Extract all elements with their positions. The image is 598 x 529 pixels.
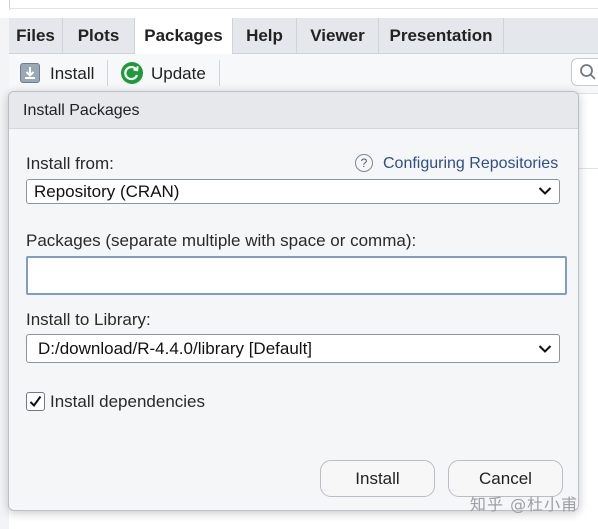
packages-list-edge bbox=[578, 94, 598, 514]
update-button[interactable]: Update bbox=[121, 60, 211, 88]
install-to-library-select[interactable]: D:/download/R-4.4.0/library [Default] bbox=[26, 334, 560, 363]
configuring-repositories-text: Configuring Repositories bbox=[383, 155, 559, 172]
packages-toolbar: Install Update bbox=[9, 54, 598, 94]
packages-input[interactable] bbox=[26, 256, 567, 295]
search-icon bbox=[580, 64, 596, 80]
question-icon: ? bbox=[355, 154, 373, 172]
install-package-icon bbox=[20, 63, 40, 83]
top-strip bbox=[0, 0, 598, 18]
chevron-down-icon bbox=[538, 187, 552, 195]
install-dependencies-checkbox[interactable] bbox=[26, 392, 45, 411]
toolbar-divider bbox=[219, 60, 220, 86]
toolbar-divider bbox=[107, 60, 108, 86]
install-from-value: Repository (CRAN) bbox=[34, 182, 180, 201]
pane-tab-bar: Files Plots Packages Help Viewer Present… bbox=[9, 18, 598, 54]
install-button-label: Install bbox=[50, 64, 95, 83]
install-from-select[interactable]: Repository (CRAN) bbox=[26, 179, 560, 204]
install-dependencies-label[interactable]: Install dependencies bbox=[50, 392, 205, 412]
dialog-title: Install Packages bbox=[9, 92, 578, 129]
tab-packages[interactable]: Packages bbox=[135, 18, 233, 54]
install-packages-dialog: Install Packages Install from: ? Configu… bbox=[8, 91, 579, 511]
tab-presentation[interactable]: Presentation bbox=[379, 18, 504, 53]
checkmark-icon bbox=[29, 395, 42, 408]
install-to-library-label: Install to Library: bbox=[26, 310, 151, 329]
install-to-library-value: D:/download/R-4.4.0/library [Default] bbox=[38, 339, 313, 358]
chevron-down-icon bbox=[538, 345, 552, 353]
divider bbox=[578, 168, 598, 169]
install-button[interactable]: Install bbox=[20, 60, 98, 88]
watermark: 知乎 @杜小甫 bbox=[470, 495, 579, 514]
refresh-icon bbox=[121, 62, 143, 84]
tab-viewer[interactable]: Viewer bbox=[297, 18, 379, 53]
update-button-label: Update bbox=[151, 64, 206, 83]
packages-label: Packages (separate multiple with space o… bbox=[26, 231, 417, 250]
tab-files[interactable]: Files bbox=[9, 18, 63, 53]
tab-plots[interactable]: Plots bbox=[63, 18, 135, 53]
tab-help[interactable]: Help bbox=[233, 18, 297, 53]
divider bbox=[9, 8, 598, 9]
install-button-dialog[interactable]: Install bbox=[320, 460, 435, 497]
install-from-label: Install from: bbox=[26, 154, 114, 173]
search-input[interactable] bbox=[571, 58, 598, 86]
